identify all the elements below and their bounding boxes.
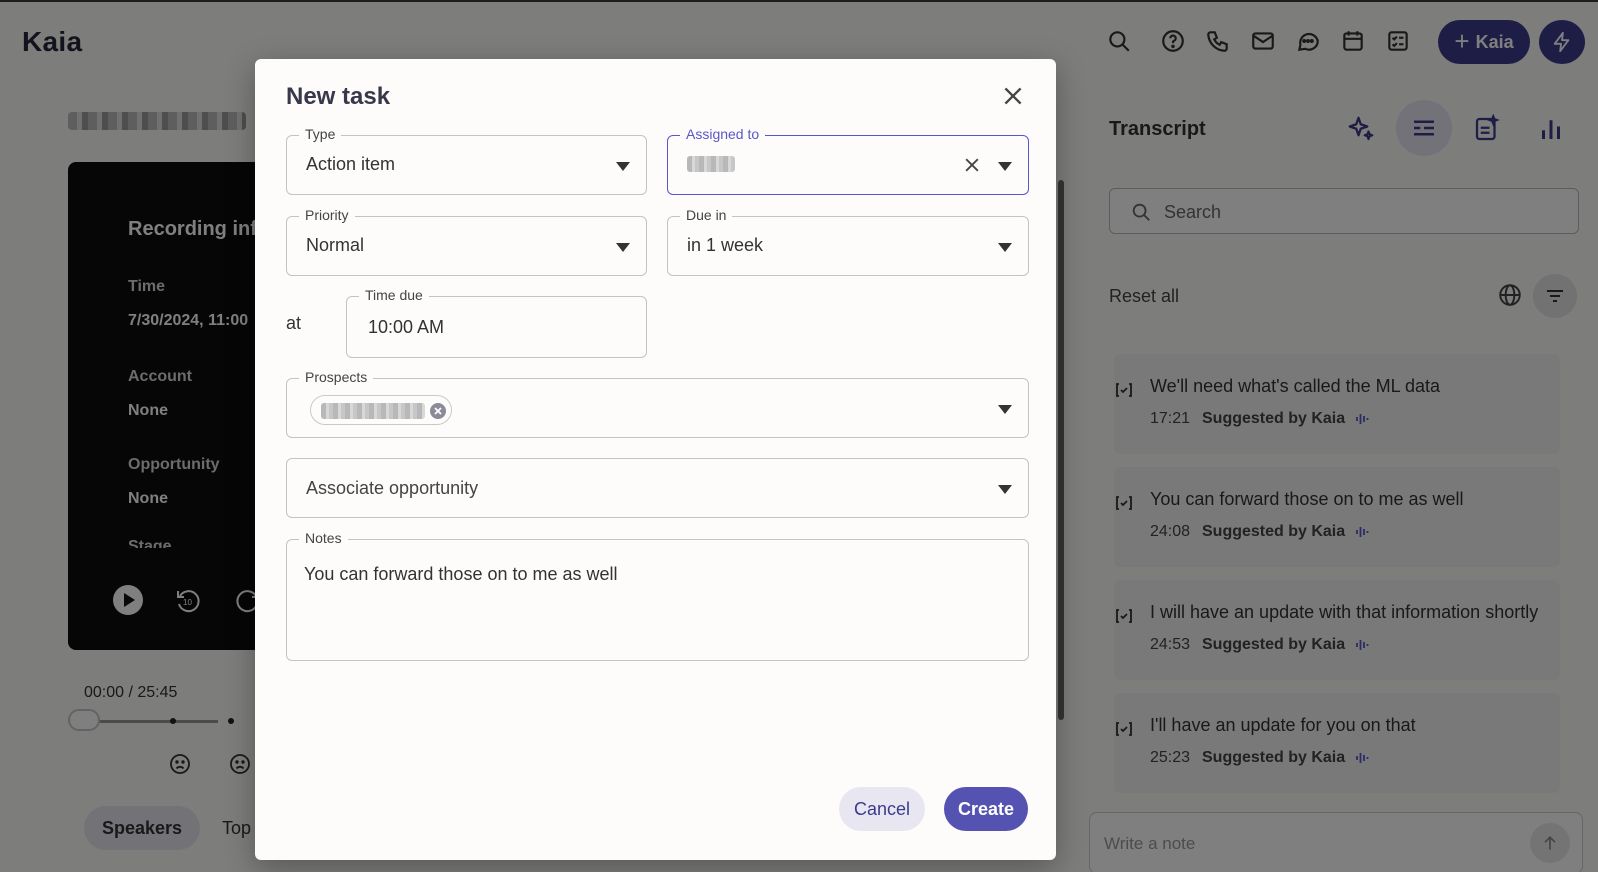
prospects-label: Prospects bbox=[299, 369, 374, 385]
assignee-redacted bbox=[687, 156, 735, 172]
time-due-value[interactable]: 10:00 AM bbox=[368, 317, 444, 338]
assigned-to-label: Assigned to bbox=[680, 126, 766, 142]
new-task-dialog: New task Type Action item Assigned to Pr… bbox=[255, 59, 1056, 860]
priority-select[interactable]: Priority Normal bbox=[286, 207, 647, 276]
notes-value[interactable]: You can forward those on to me as well bbox=[304, 564, 618, 585]
chevron-down-icon bbox=[616, 162, 630, 171]
cancel-button[interactable]: Cancel bbox=[839, 787, 925, 831]
type-select[interactable]: Type Action item bbox=[286, 126, 647, 195]
type-value: Action item bbox=[306, 154, 396, 174]
notes-label: Notes bbox=[299, 530, 348, 546]
due-in-value: in 1 week bbox=[687, 235, 764, 255]
type-label: Type bbox=[299, 126, 342, 142]
chevron-down-icon bbox=[998, 243, 1012, 252]
close-icon[interactable] bbox=[1000, 83, 1026, 109]
chevron-down-icon bbox=[998, 485, 1012, 494]
assigned-to-select[interactable]: Assigned to bbox=[667, 126, 1029, 195]
notes-textarea[interactable]: Notes You can forward those on to me as … bbox=[286, 530, 1029, 661]
due-in-select[interactable]: Due in in 1 week bbox=[667, 207, 1029, 276]
create-button[interactable]: Create bbox=[944, 787, 1028, 831]
chevron-down-icon bbox=[616, 243, 630, 252]
time-due-label: Time due bbox=[359, 287, 429, 303]
prospects-select[interactable]: Prospects bbox=[286, 369, 1029, 438]
time-due-field[interactable]: Time due 10:00 AM bbox=[346, 287, 647, 358]
chevron-down-icon bbox=[998, 162, 1012, 171]
prospect-chip[interactable] bbox=[310, 395, 452, 425]
prospect-name-redacted bbox=[321, 403, 425, 419]
priority-value: Normal bbox=[306, 235, 365, 255]
remove-chip-icon[interactable] bbox=[429, 402, 447, 420]
at-label: at bbox=[286, 313, 302, 333]
clear-icon[interactable] bbox=[962, 155, 982, 175]
dialog-title: New task bbox=[286, 83, 391, 110]
due-in-label: Due in bbox=[680, 207, 733, 223]
priority-label: Priority bbox=[299, 207, 355, 223]
associate-opportunity-select[interactable]: Associate opportunity bbox=[286, 458, 1029, 518]
associate-opportunity-placeholder: Associate opportunity bbox=[306, 478, 479, 498]
chevron-down-icon bbox=[998, 405, 1012, 414]
